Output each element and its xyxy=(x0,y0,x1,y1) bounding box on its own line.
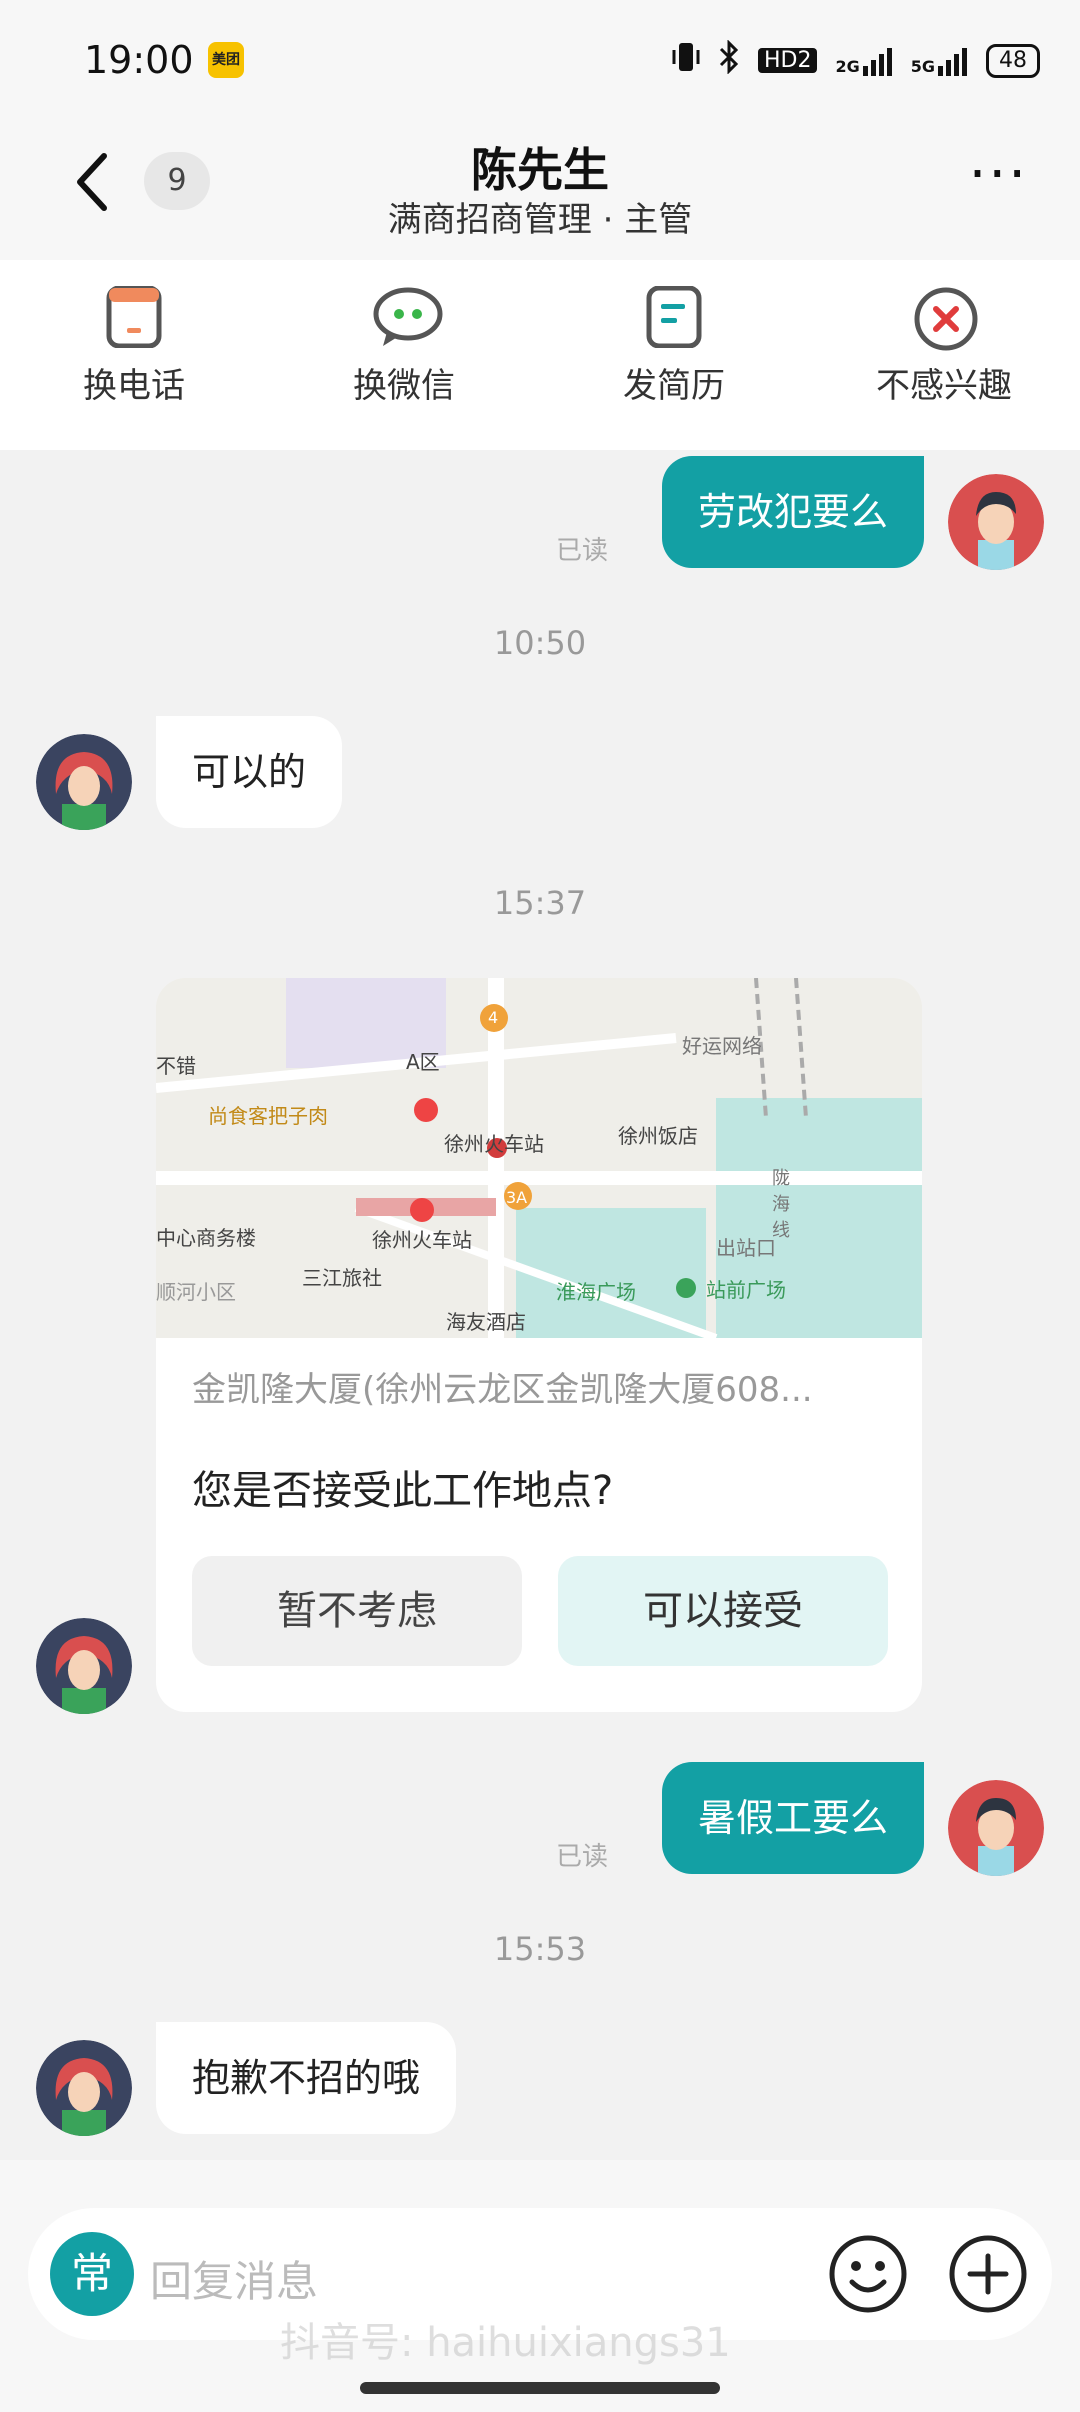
recruiter-avatar[interactable] xyxy=(36,734,132,830)
map-label: 中心商务楼 xyxy=(156,1226,256,1250)
location-map[interactable]: A区 尚食客把子肉 好运网络 徐州火车站 徐州饭店 中心商务楼 徐州火车站 陇海… xyxy=(156,978,922,1342)
wechat-icon xyxy=(373,286,443,348)
change-phone-button[interactable]: 换电话 xyxy=(34,285,234,407)
recruiter-avatar[interactable] xyxy=(36,1618,132,1714)
quick-reply-button[interactable]: 常 xyxy=(50,2232,134,2316)
vibrate-icon xyxy=(672,40,700,81)
toolbar-item-label: 换电话 xyxy=(83,366,185,406)
contact-name: 陈先生 xyxy=(471,143,609,197)
more-options-button[interactable]: ··· xyxy=(969,142,1028,207)
smiley-icon xyxy=(829,2235,907,2313)
watermark: 抖音号: haihuixiangs31 xyxy=(280,2320,731,2366)
location-question: 您是否接受此工作地点? xyxy=(192,1468,614,1514)
map-label: 徐州火车站 xyxy=(444,1132,544,1156)
read-receipt: 已读 xyxy=(556,1842,609,1872)
battery-indicator: 48 xyxy=(986,43,1040,78)
signal-5g-icon: 5G xyxy=(911,46,968,76)
signal-5g-label: 5G xyxy=(910,56,935,76)
message-bubble-outgoing[interactable]: 劳改犯要么 xyxy=(661,456,924,568)
map-label: 4 xyxy=(488,1008,499,1027)
timestamp: 15:53 xyxy=(493,1930,587,1968)
home-indicator[interactable] xyxy=(360,2382,720,2394)
toolbar-item-label: 发简历 xyxy=(623,366,725,406)
map-label: 徐州饭店 xyxy=(618,1124,698,1148)
recruiter-avatar[interactable] xyxy=(36,2040,132,2136)
message-input[interactable]: 回复消息 xyxy=(150,2248,318,2309)
meituan-app-icon: 美团 xyxy=(208,42,244,78)
map-label: 陇海线 xyxy=(772,1168,790,1241)
my-avatar[interactable] xyxy=(948,474,1044,570)
map-label: 站前广场 xyxy=(706,1278,786,1302)
emoji-button[interactable] xyxy=(826,2232,910,2316)
map-label: 不错 xyxy=(156,1054,196,1078)
status-indicators: HD2 2G 5G 48 xyxy=(672,39,1040,81)
change-wechat-button[interactable]: 换微信 xyxy=(304,286,504,407)
more-actions-button[interactable] xyxy=(946,2232,1030,2316)
input-bar: 常 回复消息 抖音号: haihuixiangs31 xyxy=(0,2160,1080,2412)
hd-badge: HD2 xyxy=(757,48,818,73)
send-resume-button[interactable]: 发简历 xyxy=(574,285,774,407)
timestamp: 10:50 xyxy=(493,624,587,662)
map-label: 3A xyxy=(506,1188,528,1207)
map-label: 徐州火车站 xyxy=(372,1228,472,1252)
timestamp: 15:37 xyxy=(493,884,587,922)
map-label: 三江旅社 xyxy=(302,1266,382,1290)
chat-messages[interactable]: 劳改犯要么 已读 10:50 可以的 15:37 A区 尚食客把子肉 好运网络 … xyxy=(0,450,1080,2160)
chat-header: 9 陈先生 满商招商管理 · 主管 ··· xyxy=(0,120,1080,260)
map-label: A区 xyxy=(406,1050,440,1074)
plus-icon xyxy=(949,2235,1027,2313)
resume-icon xyxy=(643,285,705,349)
action-toolbar: 换电话 换微信 发简历 不感兴趣 xyxy=(0,260,1080,451)
message-bubble-incoming[interactable]: 抱歉不招的哦 xyxy=(156,2022,457,2134)
contact-subtitle: 满商招商管理 · 主管 xyxy=(387,200,693,240)
location-address: 金凯隆大厦(徐州云龙区金凯隆大厦608... xyxy=(192,1370,813,1410)
close-circle-icon xyxy=(913,286,978,351)
location-card[interactable]: A区 尚食客把子肉 好运网络 徐州火车站 徐州饭店 中心商务楼 徐州火车站 陇海… xyxy=(156,978,922,1712)
status-time: 19:00 xyxy=(84,38,194,82)
bluetooth-icon xyxy=(718,39,740,81)
decline-location-button[interactable]: 暂不考虑 xyxy=(192,1556,522,1666)
signal-2g-icon: 2G xyxy=(835,46,892,76)
message-bubble-incoming[interactable]: 可以的 xyxy=(156,716,343,828)
toolbar-item-label: 换微信 xyxy=(353,366,455,406)
map-label: 好运网络 xyxy=(682,1034,762,1058)
status-bar: 19:00 美团 HD2 2G 5G 48 xyxy=(0,0,1080,120)
accept-location-button[interactable]: 可以接受 xyxy=(558,1556,888,1666)
map-label: 出站口 xyxy=(716,1236,776,1260)
map-label: 顺河小区 xyxy=(156,1280,236,1304)
message-bubble-outgoing[interactable]: 暑假工要么 xyxy=(661,1762,924,1874)
signal-2g-label: 2G xyxy=(835,56,860,76)
map-label: 淮海广场 xyxy=(556,1280,636,1304)
map-label: 尚食客把子肉 xyxy=(208,1104,328,1128)
map-label: 海友酒店 xyxy=(446,1310,526,1334)
toolbar-item-label: 不感兴趣 xyxy=(876,366,1012,406)
my-avatar[interactable] xyxy=(948,1780,1044,1876)
read-receipt: 已读 xyxy=(556,536,609,566)
phone-icon xyxy=(103,285,165,349)
not-interested-button[interactable]: 不感兴趣 xyxy=(844,286,1044,407)
